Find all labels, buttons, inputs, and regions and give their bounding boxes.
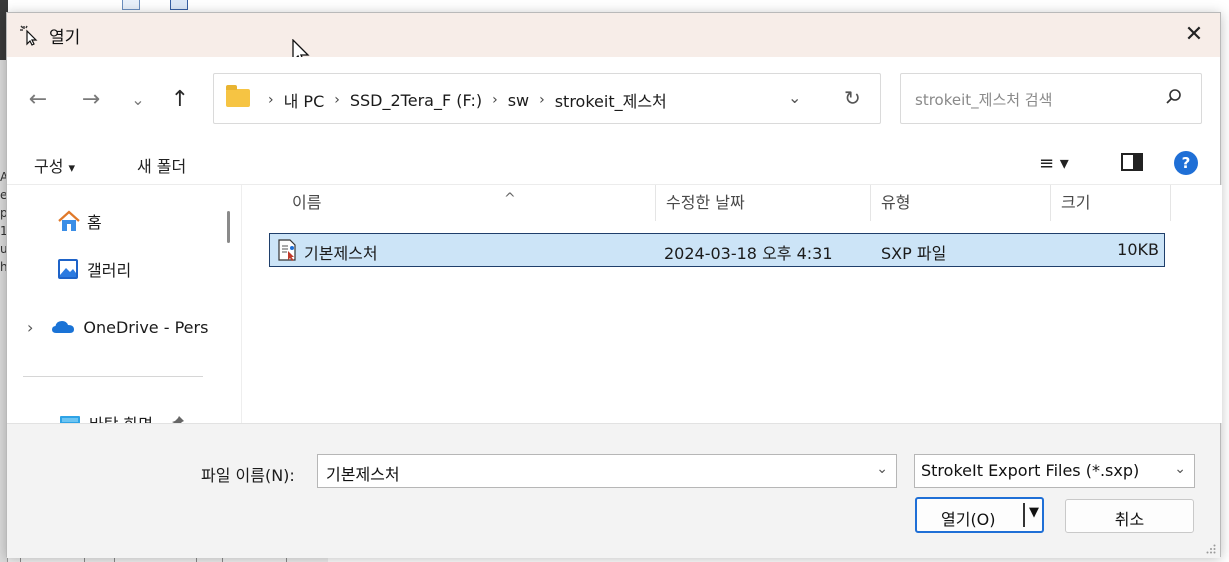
split-divider bbox=[1023, 503, 1025, 527]
address-dropdown-icon[interactable]: ⌄ bbox=[788, 88, 801, 107]
title-bar[interactable]: 열기 ✕ bbox=[7, 13, 1220, 57]
column-header-type[interactable]: 유형 bbox=[871, 185, 1051, 221]
sidebar-item-label: 홈 bbox=[87, 213, 102, 232]
sidebar-item-gallery[interactable]: 갤러리 bbox=[7, 251, 221, 287]
view-options-icon[interactable]: ≡ ▾ bbox=[1039, 153, 1069, 174]
navigation-pane: 홈 갤러리 › OneDrive - Pers 바탕 화면 bbox=[7, 185, 241, 423]
open-button[interactable]: 열기(O) ▼ bbox=[915, 497, 1044, 533]
preview-pane-icon[interactable] bbox=[1121, 153, 1143, 171]
search-icon[interactable] bbox=[1165, 88, 1183, 106]
sidebar-item-label: OneDrive - Pers bbox=[83, 317, 209, 337]
sidebar-item-onedrive[interactable]: › OneDrive - Pers bbox=[7, 309, 221, 345]
sidebar-divider bbox=[23, 376, 203, 377]
search-box[interactable]: strokeit_제스처 검색 bbox=[900, 73, 1202, 124]
open-options-dropdown-icon[interactable]: ▼ bbox=[1029, 505, 1039, 520]
breadcrumb-separator: › bbox=[268, 92, 274, 108]
search-input[interactable]: strokeit_제스처 검색 bbox=[915, 89, 1052, 110]
dialog-title: 열기 bbox=[49, 28, 81, 48]
filename-value: 기본제스처 bbox=[326, 465, 400, 484]
resize-grip-icon[interactable] bbox=[1206, 544, 1216, 554]
background-doc-icon bbox=[122, 0, 140, 10]
home-icon bbox=[58, 210, 80, 231]
file-type-filter-value: StrokeIt Export Files (*.sxp) bbox=[921, 461, 1140, 480]
column-header-date[interactable]: 수정한 날짜 bbox=[656, 185, 871, 221]
expand-chevron-icon[interactable]: › bbox=[27, 318, 33, 337]
breadcrumb-current-folder[interactable]: strokeit_제스처 bbox=[555, 88, 667, 112]
refresh-icon[interactable]: ↻ bbox=[844, 86, 861, 110]
dialog-footer: 파일 이름(N): 기본제스처 ⌄ StrokeIt Export Files … bbox=[7, 423, 1220, 558]
up-button[interactable]: ↑ bbox=[163, 83, 197, 117]
sxp-file-icon bbox=[278, 239, 296, 261]
breadcrumb-separator: › bbox=[539, 92, 545, 108]
breadcrumb-drive[interactable]: SSD_2Tera_F (F:) bbox=[350, 91, 482, 110]
breadcrumb: › 내 PC › SSD_2Tera_F (F:) › sw › strokei… bbox=[258, 88, 667, 112]
background-toolbar-icons bbox=[118, 0, 208, 10]
address-bar[interactable]: › 내 PC › SSD_2Tera_F (F:) › sw › strokei… bbox=[213, 73, 881, 124]
onedrive-icon bbox=[52, 321, 75, 333]
busy-cursor-icon bbox=[19, 24, 41, 46]
column-header-name[interactable]: 이름 ^ bbox=[282, 185, 656, 221]
sidebar-item-desktop[interactable]: 바탕 화면 bbox=[7, 405, 221, 423]
desktop-icon bbox=[60, 416, 80, 423]
breadcrumb-separator: › bbox=[334, 92, 340, 108]
breadcrumb-sw[interactable]: sw bbox=[508, 91, 529, 110]
file-row[interactable]: 기본제스처 2024-03-18 오후 4:31 SXP 파일 10KB bbox=[269, 233, 1165, 267]
organize-menu[interactable]: 구성 ▾ bbox=[34, 153, 75, 177]
open-file-dialog: 열기 ✕ ← → ⌄ ↑ › 내 PC › SSD_2Tera_F (F:) ›… bbox=[6, 12, 1222, 558]
column-header-size[interactable]: 크기 bbox=[1051, 185, 1171, 221]
open-button-label: 열기(O) bbox=[941, 510, 996, 529]
file-type: SXP 파일 bbox=[881, 244, 947, 263]
sidebar-item-label: 바탕 화면 bbox=[89, 411, 153, 423]
file-name: 기본제스처 bbox=[304, 244, 378, 263]
forward-button[interactable]: → bbox=[74, 83, 108, 117]
chevron-down-icon: ▾ bbox=[68, 161, 76, 176]
chevron-down-icon[interactable]: ⌄ bbox=[876, 461, 888, 477]
help-icon[interactable]: ? bbox=[1174, 151, 1198, 175]
sort-ascending-icon: ^ bbox=[504, 191, 516, 207]
file-list: 이름 ^ 수정한 날짜 유형 크기 기본제스처 2024-03-18 오후 4:… bbox=[242, 185, 1222, 423]
file-type-filter[interactable]: StrokeIt Export Files (*.sxp) ⌄ bbox=[914, 454, 1195, 488]
navigation-pane-scrollbar[interactable] bbox=[227, 211, 230, 243]
file-modified: 2024-03-18 오후 4:31 bbox=[664, 244, 833, 263]
command-bar: 구성 ▾ 새 폴더 ≡ ▾ ? bbox=[7, 141, 1220, 185]
recent-locations-button[interactable]: ⌄ bbox=[121, 83, 155, 117]
new-folder-button[interactable]: 새 폴더 bbox=[137, 153, 186, 177]
breadcrumb-this-pc[interactable]: 내 PC bbox=[284, 88, 325, 112]
filename-field[interactable]: 기본제스처 ⌄ bbox=[317, 454, 897, 488]
column-header-label: 이름 bbox=[292, 193, 322, 212]
filename-label: 파일 이름(N): bbox=[201, 466, 295, 485]
cancel-button-label: 취소 bbox=[1114, 510, 1145, 529]
background-save-icon bbox=[170, 0, 188, 10]
sidebar-item-label: 갤러리 bbox=[87, 261, 132, 280]
cancel-button[interactable]: 취소 bbox=[1065, 499, 1194, 533]
navigation-bar: ← → ⌄ ↑ › 내 PC › SSD_2Tera_F (F:) › sw ›… bbox=[7, 57, 1220, 141]
organize-label: 구성 bbox=[34, 157, 64, 176]
breadcrumb-separator: › bbox=[492, 92, 498, 108]
sidebar-item-home[interactable]: 홈 bbox=[7, 203, 221, 239]
file-size: 10KB bbox=[1117, 240, 1159, 259]
close-button[interactable]: ✕ bbox=[1180, 21, 1208, 49]
gallery-icon bbox=[58, 259, 78, 279]
back-button[interactable]: ← bbox=[21, 83, 55, 117]
chevron-down-icon: ⌄ bbox=[1174, 461, 1186, 477]
pin-icon[interactable] bbox=[171, 415, 185, 423]
folder-icon bbox=[226, 85, 250, 107]
